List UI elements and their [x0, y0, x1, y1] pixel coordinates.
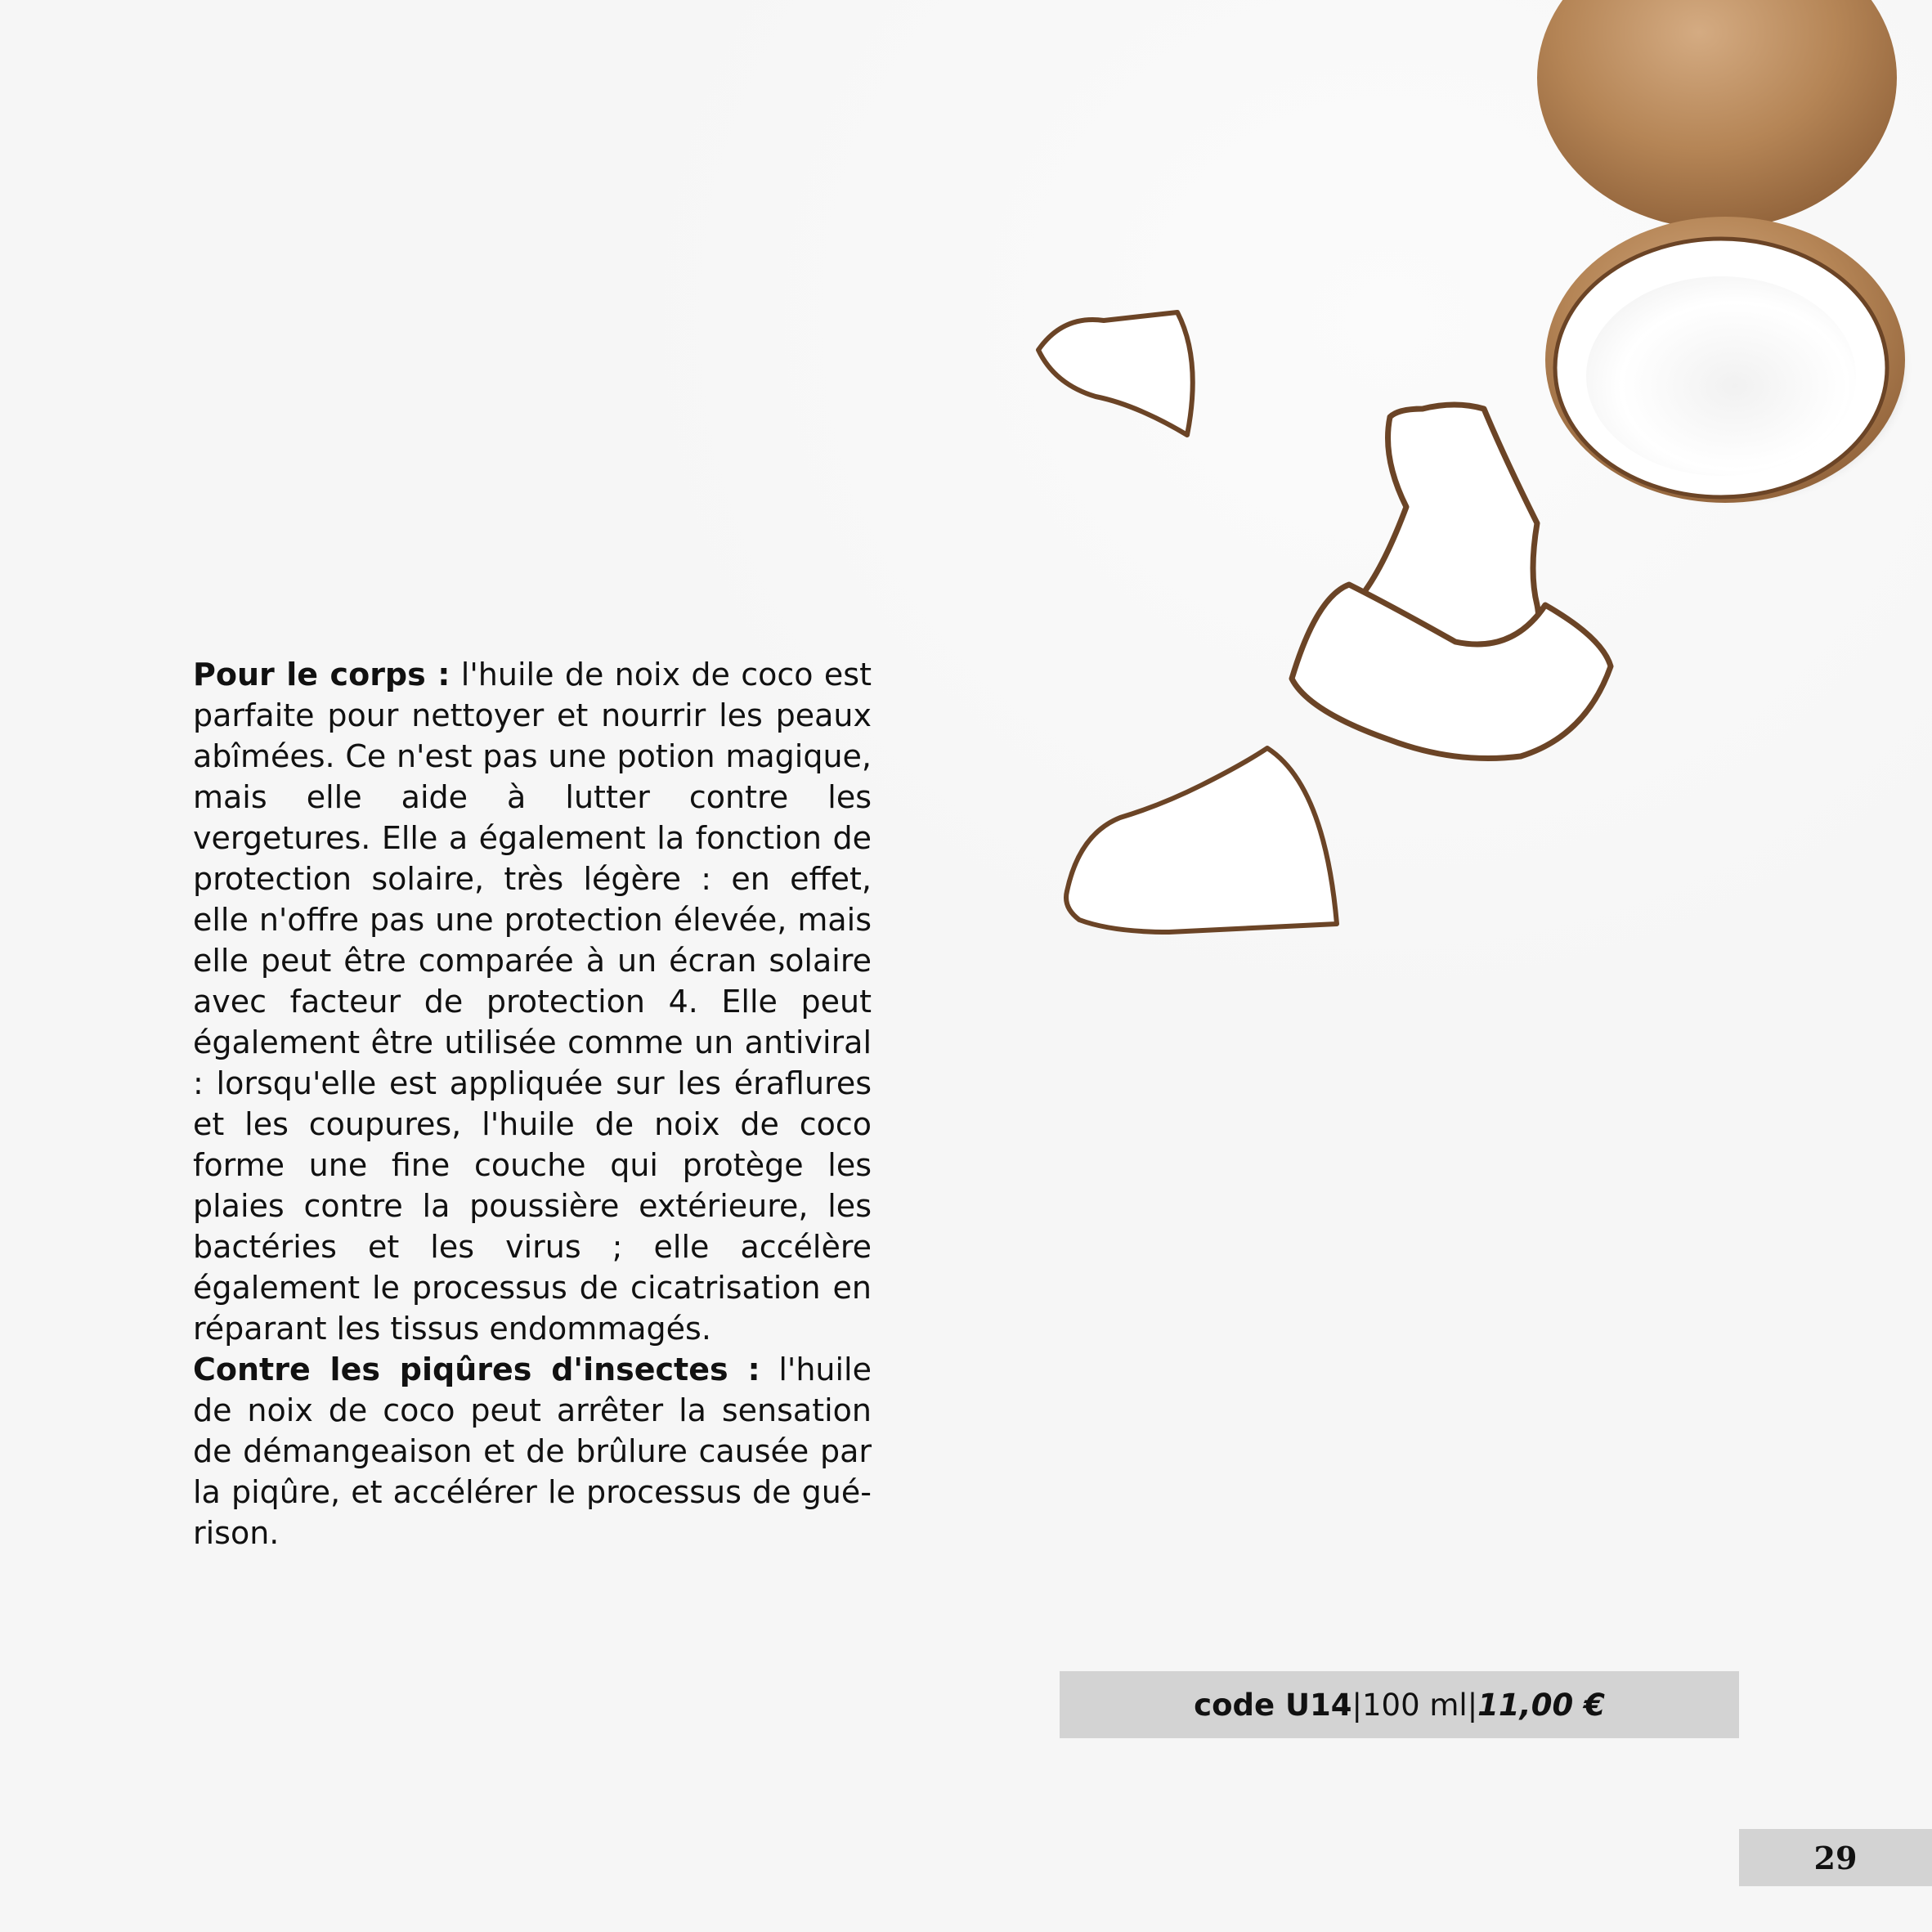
product-info-bar: code U14 | 100 ml | 11,00 € [1060, 1671, 1739, 1738]
page-number: 29 [1739, 1829, 1932, 1886]
lead-body-care: Pour le corps : [193, 657, 451, 693]
separator: | [1467, 1687, 1478, 1723]
paragraph-body-care: Pour le corps : l'huile de noix de coco … [193, 654, 872, 1349]
separator: | [1352, 1687, 1362, 1723]
product-price: 11,00 € [1477, 1687, 1605, 1723]
paragraph-insect-bites: Contre les piqûres d'insectes : l'huile … [193, 1349, 872, 1553]
product-volume: 100 ml [1361, 1687, 1468, 1723]
whole-coconut [1537, 0, 1897, 229]
coconut-illustration [1036, 0, 1905, 935]
text-body-care: l'huile de noix de coco est parfaite pou… [193, 657, 872, 1347]
product-code: code U14 [1194, 1687, 1352, 1723]
lead-insect-bites: Contre les piqûres d'insectes : [193, 1352, 760, 1387]
coconut-piece [1064, 746, 1339, 935]
body-text: Pour le corps : l'huile de noix de coco … [193, 654, 872, 1553]
coconut-piece [1036, 310, 1195, 437]
